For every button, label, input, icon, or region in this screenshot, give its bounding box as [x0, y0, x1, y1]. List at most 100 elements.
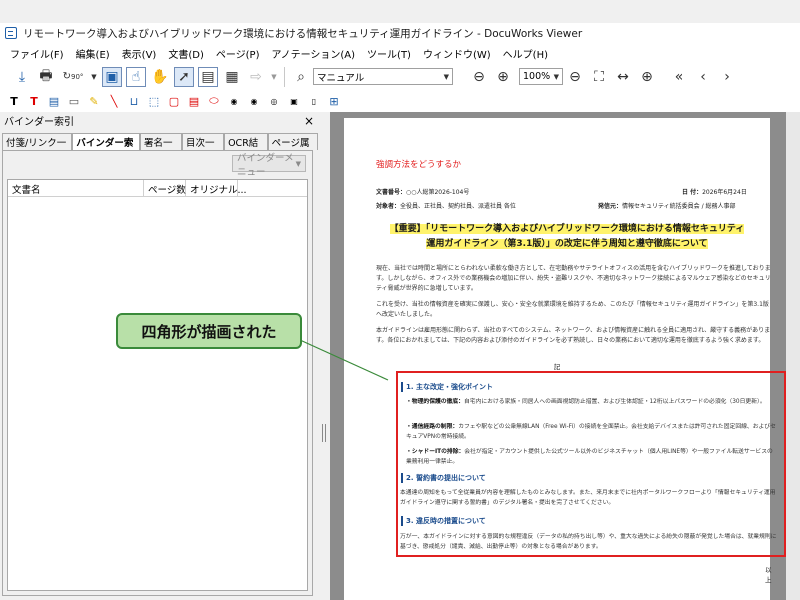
text-box-icon[interactable]: ▭	[66, 93, 82, 109]
chevron-down-icon: ▼	[553, 72, 559, 81]
approval-stamp-icon[interactable]: ◉	[246, 93, 262, 109]
check-stamp-icon[interactable]: ◎	[266, 93, 282, 109]
tab-sticky-links[interactable]: 付箋/リンク一覧	[2, 133, 73, 163]
menu-annotation[interactable]: アノテーション(A)	[266, 46, 362, 61]
select-tool-icon[interactable]: ➚	[174, 66, 194, 87]
rectangle-annotation[interactable]	[396, 371, 786, 557]
zoom-in-search-icon[interactable]: ⊕	[493, 67, 513, 87]
doc-issuer: 発信元：情報セキュリティ統括委員会 / 総務人事部	[598, 201, 736, 210]
tab-binder-index[interactable]: バインダー索引	[72, 133, 140, 163]
menu-window[interactable]: ウィンドウ(W)	[417, 46, 497, 61]
doc-number: 文書番号：○○人総第2026-104号	[376, 187, 469, 196]
menu-help[interactable]: ヘルプ(H)	[497, 46, 554, 61]
page-number-icon[interactable]: ▯	[306, 93, 322, 109]
red-text-annotation-icon[interactable]: T	[26, 93, 42, 109]
fit-width-icon[interactable]: ↔	[613, 67, 633, 87]
column-original[interactable]: オリジナル...	[186, 180, 247, 196]
app-icon	[5, 27, 17, 39]
panel-splitter[interactable]	[318, 112, 330, 600]
doc-issuer-value: 情報セキュリティ統括委員会 / 総務人事部	[622, 203, 736, 210]
ellipse-icon[interactable]: ⬭	[206, 93, 222, 109]
add-annotation-icon[interactable]: ⊞	[326, 93, 342, 109]
rotate-icon[interactable]: ↻ 90°	[60, 67, 86, 87]
menu-bar: ファイル(F) 編集(E) 表示(V) 文書(D) ページ(P) アノテーション…	[0, 43, 800, 63]
annotation-mode-icon[interactable]: ☝	[126, 66, 146, 87]
splitter-grip[interactable]	[322, 424, 326, 442]
binder-menu-button[interactable]: バインダーメニュー ▼	[232, 153, 306, 178]
fill-text-icon[interactable]: ▤	[46, 93, 62, 109]
rotate-dropdown-icon[interactable]: ▼	[90, 67, 98, 87]
date-stamp-icon[interactable]: ◉	[226, 93, 242, 109]
marker-icon[interactable]: ✎	[86, 93, 102, 109]
paragraph-3: 本ガイドラインは雇用形態に関わらず、当社のすべてのシステム、ネットワーク、および…	[376, 327, 771, 344]
highlighted-title: 【重要】「リモートワーク導入およびハイブリッドワーク環境における情報セキュリティ…	[384, 222, 750, 252]
chevron-down-icon: ▼	[443, 72, 449, 81]
zoom-select[interactable]: 100% ▼	[519, 68, 563, 85]
tab-page-attributes[interactable]: ページ属性	[267, 133, 319, 163]
close-icon[interactable]: ×	[304, 114, 314, 128]
title-line-2: 運用ガイドライン（第3.1版）」の改定に伴う周知と遵守徹底について	[426, 239, 708, 249]
list-header: 文書名 ページ数 オリジナル...	[8, 180, 307, 197]
ki-marker: 記	[553, 363, 561, 371]
rectangle-icon[interactable]: ▢	[166, 93, 182, 109]
date-box-icon[interactable]: ▣	[286, 93, 302, 109]
main-toolbar: ⤓ 🖶 ↻ 90° ▼ ▣ ☝ ✋ ➚ ▤ ▦ ⇨ ▼ ⌕ マニュアル ▼ ⊖ ⊕…	[0, 63, 800, 90]
first-page-icon[interactable]: «	[669, 67, 689, 87]
docuworks-viewer-window: リモートワーク導入およびハイブリッドワーク環境における情報セキュリティ運用ガイド…	[0, 0, 800, 600]
annotation-toolbar: T T ▤ ▭ ✎ ╲ ⊔ ⬚ ▢ ▤ ⬭ ◉ ◉ ◎ ▣ ▯ ⊞	[0, 90, 800, 112]
menu-document[interactable]: 文書(D)	[162, 46, 210, 61]
hand-tool-icon[interactable]: ✋	[150, 67, 170, 87]
callout-rectangle-drawn: 四角形が描画された	[116, 313, 302, 349]
menu-view[interactable]: 表示(V)	[116, 46, 163, 61]
text-annotation-icon[interactable]: T	[6, 93, 22, 109]
menu-page[interactable]: ページ(P)	[210, 46, 266, 61]
tab-toc[interactable]: 目次一覧	[182, 133, 225, 163]
export-dropdown-icon[interactable]: ▼	[270, 67, 278, 87]
export-icon[interactable]: ⇨	[246, 67, 266, 87]
vertical-scrollbar[interactable]	[786, 112, 800, 600]
menu-tools[interactable]: ツール(T)	[361, 46, 417, 61]
chevron-down-icon: ▼	[295, 159, 301, 168]
panel-title: バインダー索引	[4, 117, 74, 128]
doc-target: 対象者：全役員、正社員、契約社員、派遣社員 各位	[376, 201, 516, 210]
document-list[interactable]: 文書名 ページ数 オリジナル...	[7, 179, 308, 591]
fit-page-icon[interactable]: ⛶	[589, 67, 609, 87]
page-view-icon[interactable]: ▣	[102, 66, 122, 87]
column-doc-name[interactable]: 文書名	[8, 180, 144, 196]
search-target-select[interactable]: マニュアル ▼	[313, 68, 453, 85]
sticky-note-icon[interactable]: ▤	[186, 93, 202, 109]
tab-ocr-results[interactable]: OCR結果	[224, 133, 268, 163]
next-page-icon[interactable]: ›	[717, 67, 737, 87]
binder-index-panel: バインダー索引 × 付箋/リンク一覧 バインダー索引 署名一覧 目次一覧 OCR…	[0, 112, 319, 600]
print-icon[interactable]: 🖶	[36, 67, 56, 87]
thumbnail-icon[interactable]: ▦	[222, 67, 242, 87]
bracket-icon[interactable]: ⊔	[126, 93, 142, 109]
tab-signatures[interactable]: 署名一覧	[139, 133, 183, 163]
paragraph-2: これを受け、当社の情報資産を確実に保護し、安心・安全な就業環境を維持するため、こ…	[376, 301, 769, 318]
column-page-count[interactable]: ページ数	[144, 180, 186, 196]
paragraph-1: 現在、当社では時間と場所にとらわれない柔軟な働き方として、在宅勤務やサテライトオ…	[376, 265, 771, 292]
red-heading-annotation[interactable]: 強調方法をどうするか	[376, 158, 461, 170]
import-icon[interactable]: ⤓	[12, 67, 32, 87]
menu-edit[interactable]: 編集(E)	[70, 46, 116, 61]
panel-tabs: 付箋/リンク一覧 バインダー索引 署名一覧 目次一覧 OCR結果 ページ属性	[2, 133, 319, 163]
title-line-1: 【重要】「リモートワーク導入およびハイブリッドワーク環境における情報セキュリティ	[389, 224, 745, 234]
tab-content: バインダーメニュー ▼ 文書名 ページ数 オリジナル...	[2, 150, 313, 596]
toolbar-separator	[284, 66, 285, 87]
search-icon[interactable]: ⌕	[291, 67, 311, 87]
zoom-out-search-icon[interactable]: ⊖	[469, 67, 489, 87]
prev-page-icon[interactable]: ‹	[693, 67, 713, 87]
line-icon[interactable]: ╲	[106, 93, 122, 109]
zoom-out-icon[interactable]: ⊖	[565, 67, 585, 87]
document-view[interactable]: 強調方法をどうするか 文書番号：○○人総第2026-104号 日 付：2026年…	[330, 112, 800, 600]
doc-date: 日 付：2026年6月24日	[682, 187, 747, 196]
zoom-in-icon[interactable]: ⊕	[637, 67, 657, 87]
menu-file[interactable]: ファイル(F)	[4, 46, 70, 61]
stamp-icon[interactable]: ⬚	[146, 93, 162, 109]
doc-target-value: 全役員、正社員、契約社員、派遣社員 各位	[400, 203, 516, 210]
binder-menu-label: バインダーメニュー	[237, 152, 294, 178]
zoom-value: 100%	[523, 71, 551, 82]
doc-date-label: 日 付：	[682, 189, 703, 196]
text-select-icon[interactable]: ▤	[198, 66, 218, 87]
document-page[interactable]: 強調方法をどうするか 文書番号：○○人総第2026-104号 日 付：2026年…	[344, 118, 786, 600]
